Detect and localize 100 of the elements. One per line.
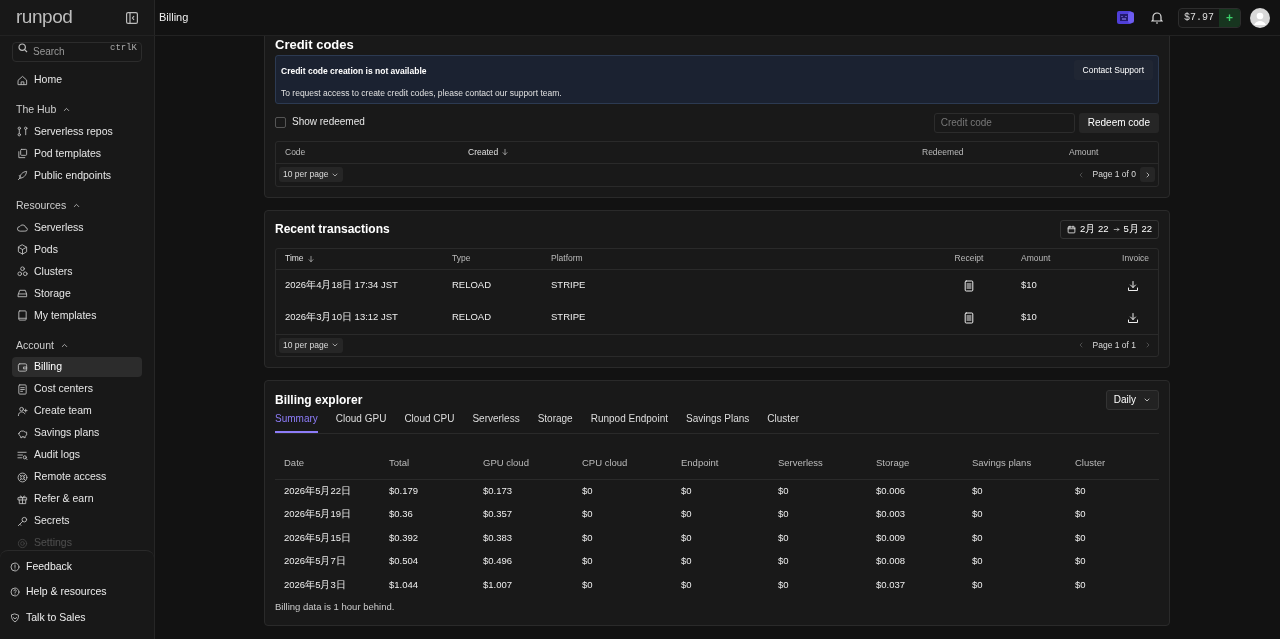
add-funds-button[interactable]: + (1219, 8, 1240, 27)
download-icon[interactable] (1127, 311, 1139, 324)
sidebar-item[interactable]: Cost centers (12, 379, 142, 400)
nodes-icon (17, 126, 28, 138)
page-title: Billing (159, 10, 189, 26)
gift-icon (17, 493, 28, 505)
table-cell-text: $0 (1075, 507, 1087, 522)
column-header[interactable]: Type (452, 252, 471, 265)
sidebar-item[interactable]: Serverless (12, 217, 142, 238)
sidebar-item[interactable]: Refer & earn (12, 489, 142, 510)
section-header[interactable]: The Hub (12, 102, 142, 118)
table-cell-text: 2026年5月19日 (284, 507, 352, 522)
sidebar-item[interactable]: Serverless repos (12, 121, 142, 142)
column-header[interactable]: Invoice (1122, 252, 1149, 265)
sidebar-link[interactable]: Talk to Sales (10, 607, 144, 628)
tab[interactable]: Storage (537, 410, 573, 433)
chevron-down-icon (331, 341, 340, 349)
notification-bell-icon[interactable] (1151, 11, 1163, 24)
table-cell-text: $0 (1075, 554, 1087, 569)
checkbox[interactable] (275, 117, 286, 128)
sidebar-item[interactable]: Create team (12, 401, 142, 422)
table-cell-text: $0.179 (389, 484, 420, 499)
sidebar-item[interactable]: Pod templates (12, 143, 142, 164)
column-header[interactable]: Receipt (954, 252, 984, 265)
tab[interactable]: Runpod Endpoint (590, 410, 668, 433)
redeem-code-button[interactable]: Redeem code (1078, 112, 1159, 133)
section-title: Billing explorer (275, 391, 363, 409)
column-header: Serverless (778, 455, 824, 470)
sidebar-item[interactable]: Clusters (12, 261, 142, 282)
section-header[interactable]: Account (12, 337, 142, 354)
tab[interactable]: Cluster (767, 410, 800, 433)
cube-icon (17, 244, 28, 255)
page-indicator: Page 1 of 1 (1092, 338, 1136, 352)
column-header[interactable]: Redeemed (922, 145, 964, 159)
table-cell-text: $0 (972, 507, 984, 522)
table-cell-text: $0 (681, 530, 693, 545)
table-cell-text: $0 (778, 577, 790, 592)
sidebar-item[interactable]: Billing (12, 357, 142, 378)
date-to: 5月 22 (1123, 221, 1152, 236)
table-cell-text: 2026年4月18日 17:34 JST (285, 278, 399, 293)
sidebar-item[interactable]: My templates (12, 305, 142, 326)
sidebar-item[interactable]: Audit logs (12, 445, 142, 466)
table-cell-text: $0 (972, 554, 984, 569)
list-search-icon (17, 449, 28, 461)
receipt-icon[interactable] (963, 311, 975, 324)
column-header[interactable]: Code (285, 145, 306, 159)
sidebar-link[interactable]: Help & resources (10, 582, 144, 602)
table-cell-text: $0 (1075, 530, 1087, 545)
sidebar-item[interactable]: Secrets (12, 511, 142, 532)
tab[interactable]: Serverless (472, 410, 520, 433)
book-icon (17, 310, 28, 321)
column-header[interactable]: Platform (551, 252, 583, 265)
table-cell-text: $0 (582, 554, 594, 569)
tab[interactable]: Cloud CPU (404, 410, 455, 433)
table-cell-text: $0.009 (876, 530, 907, 545)
table-cell-text: $0 (582, 484, 594, 499)
tab[interactable]: Cloud GPU (335, 410, 387, 433)
page-size-select[interactable]: 10 per page (279, 167, 344, 182)
cloud-icon (17, 222, 28, 233)
sidebar-item[interactable]: Pods (12, 239, 142, 260)
table-cell-text: 2026年5月15日 (284, 530, 352, 545)
column-header: Endpoint (681, 455, 720, 470)
granularity-select[interactable]: Daily (1105, 389, 1159, 410)
drive-icon (17, 288, 28, 299)
date-range-button[interactable]: 2月 22 5月 22 (1060, 219, 1159, 239)
sidebar-link[interactable]: Feedback (10, 556, 144, 577)
copy-icon (17, 148, 28, 160)
receipt-icon[interactable] (963, 279, 975, 292)
table-cell-text: 2026年3月10日 13:12 JST (285, 310, 399, 325)
sidebar-item[interactable]: Public endpoints (12, 165, 142, 186)
contact-support-button[interactable]: Contact Support (1073, 60, 1153, 80)
balance-amount: $7.97 (1183, 11, 1215, 25)
sidebar-toggle-icon[interactable] (126, 11, 138, 24)
sidebar-item[interactable]: Savings plans (12, 423, 142, 444)
page-indicator: Page 1 of 0 (1092, 168, 1136, 181)
sidebar-item[interactable]: Storage (12, 283, 142, 304)
table-cell-text: $0.504 (389, 554, 420, 569)
page-size-select[interactable]: 10 per page (279, 337, 344, 353)
table-cell-text: $0.357 (483, 507, 514, 522)
table-cell-text: $0 (778, 554, 790, 569)
tab[interactable]: Summary (275, 410, 318, 433)
credit-code-field[interactable]: Credit code (933, 112, 1075, 133)
date-from: 2月 22 (1080, 221, 1109, 236)
table-cell-text: $0.36 (389, 507, 414, 522)
column-header[interactable]: Created (468, 145, 510, 159)
column-header[interactable]: Time (285, 252, 315, 265)
column-header: Date (284, 455, 306, 470)
app-logo-icon[interactable] (1117, 11, 1134, 24)
download-icon[interactable] (1127, 279, 1139, 292)
tab[interactable]: Savings Plans (686, 410, 750, 433)
sidebar-item[interactable]: Remote access (12, 467, 142, 488)
column-header[interactable]: Amount (1069, 145, 1099, 159)
section-header[interactable]: Resources (12, 197, 142, 214)
avatar-icon[interactable] (1250, 7, 1270, 28)
sidebar-item[interactable]: Home (12, 70, 142, 90)
user-plus-icon (17, 405, 28, 417)
table-cell-text: $0 (1075, 577, 1087, 592)
table-cell-text: $0 (582, 530, 594, 545)
chevron-left-icon (1077, 170, 1085, 179)
column-header[interactable]: Amount (1021, 252, 1051, 265)
